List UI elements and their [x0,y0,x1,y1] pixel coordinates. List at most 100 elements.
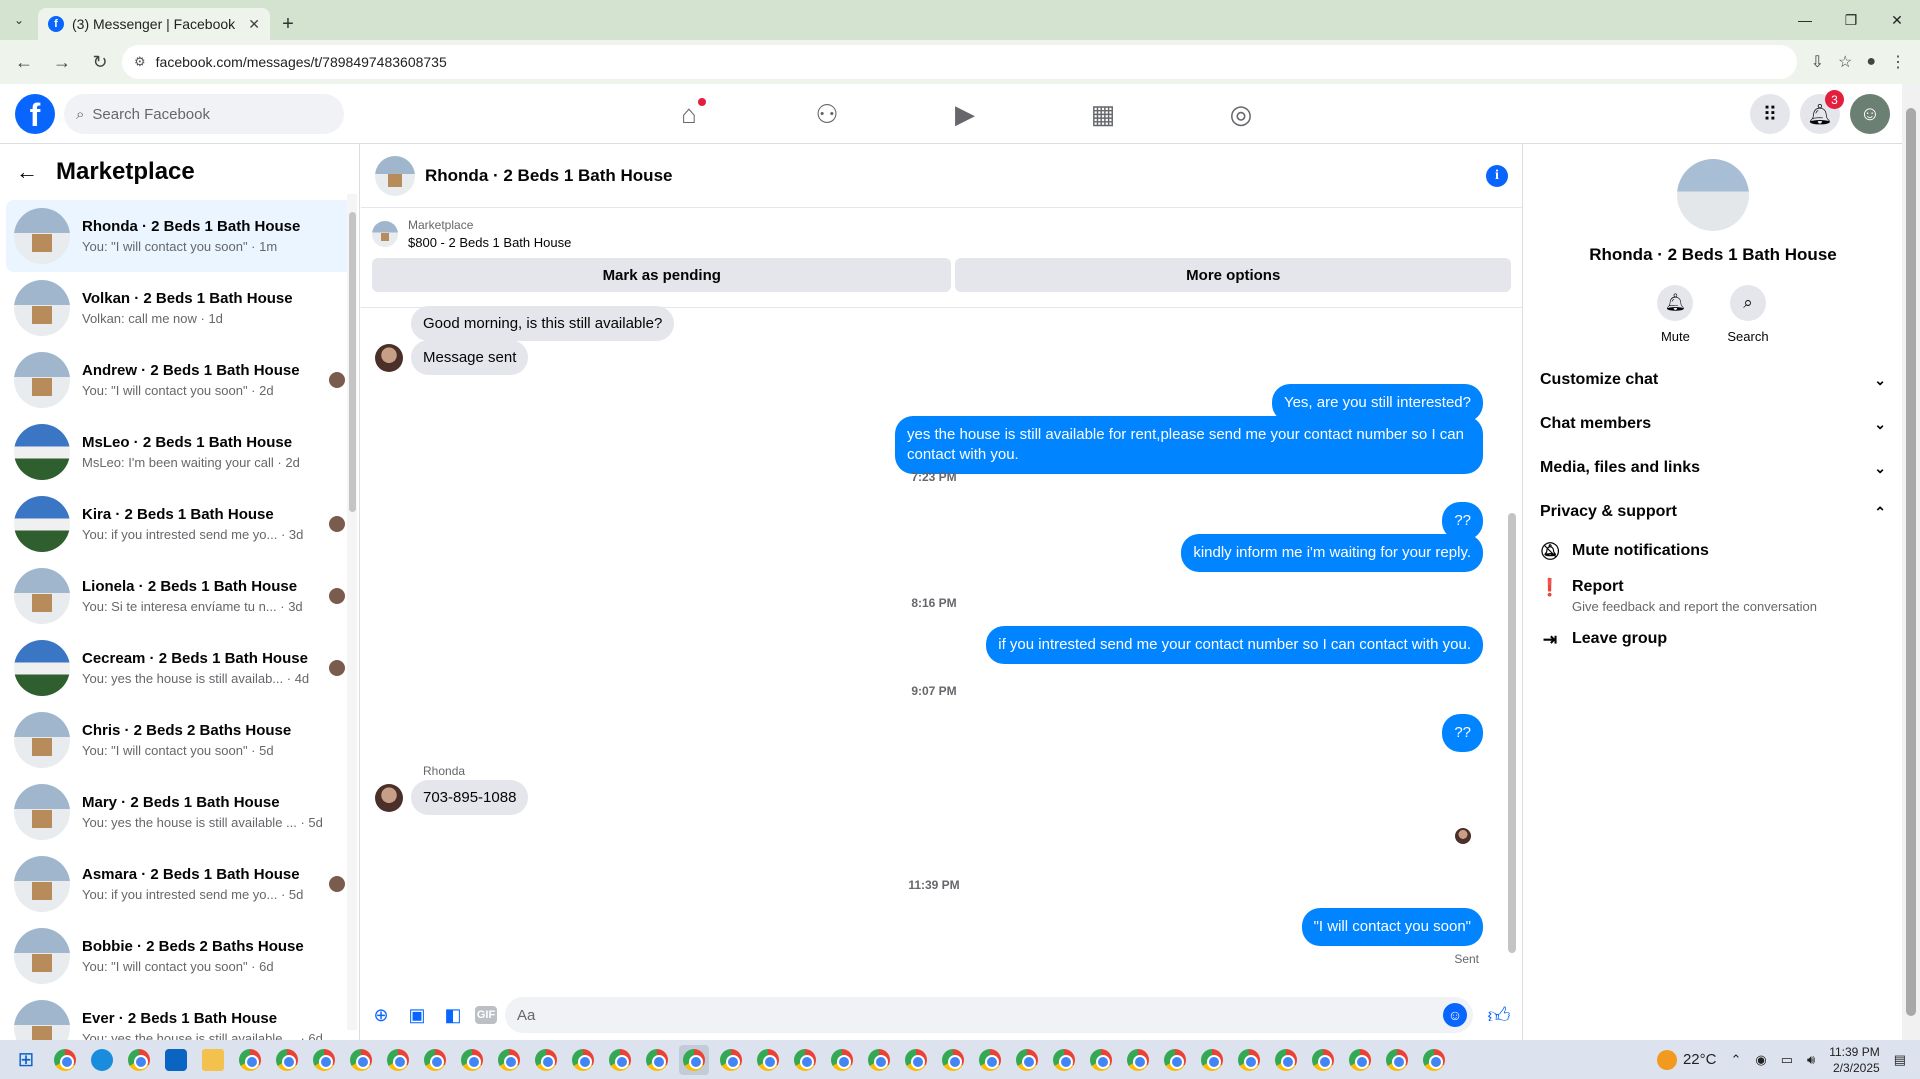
message-bubble[interactable]: 703-895-1088 [411,780,529,815]
address-bar[interactable]: ⚙ facebook.com/messages/t/78984974836087… [122,45,1797,79]
minimize-icon[interactable]: — [1782,0,1828,40]
chrome-app-icon[interactable] [346,1045,376,1075]
bell-icon[interactable]: 🔔︎ [1657,285,1694,321]
conversation-item[interactable]: Bobbie · 2 Beds 2 Baths House You: "I wi… [6,920,353,992]
notifications-center-icon[interactable]: ▤ [1894,1052,1906,1068]
message-bubble[interactable]: Message sent [411,340,529,375]
outlook-app-icon[interactable] [161,1045,191,1075]
mute-action[interactable]: 🔔︎ Mute [1657,285,1694,344]
thumbs-up-icon[interactable]: 👍︎ [1481,1002,1517,1029]
message-bubble[interactable]: "I will contact you soon" [1301,908,1483,946]
details-listing-photo[interactable] [1677,159,1749,231]
edge-app-icon[interactable] [87,1045,117,1075]
chrome-app-icon[interactable] [901,1045,931,1075]
chrome-app-icon[interactable] [568,1045,598,1075]
chrome-app-icon[interactable] [1086,1045,1116,1075]
message-bubble[interactable]: ?? [1442,714,1483,752]
chat-title[interactable]: Rhonda · 2 Beds 1 Bath House [425,166,1476,186]
chrome-app-icon[interactable] [272,1045,302,1075]
chat-scrollbar[interactable] [1506,308,1516,988]
gaming-icon[interactable]: ◎ [1172,84,1310,144]
close-window-icon[interactable]: ✕ [1874,0,1920,40]
mark-as-pending-button[interactable]: Mark as pending [372,258,952,292]
chat-scrollbar-thumb[interactable] [1508,513,1516,953]
chrome-app-icon[interactable] [1160,1045,1190,1075]
reload-icon[interactable]: ↻ [84,46,116,78]
chrome-app-icon[interactable] [383,1045,413,1075]
chrome-app-icon[interactable] [457,1045,487,1075]
conversation-item[interactable]: Rhonda · 2 Beds 1 Bath House You: "I wil… [6,200,353,272]
page-scrollbar[interactable] [1902,84,1920,1040]
file-explorer-icon[interactable] [198,1045,228,1075]
message-input[interactable]: Aa ☺ [505,997,1473,1033]
search-icon[interactable]: ⌕ [1729,285,1766,321]
chat-listing-thumbnail[interactable] [375,155,415,196]
chrome-app-icon[interactable] [864,1045,894,1075]
conversation-item[interactable]: Ever · 2 Beds 1 Bath House You: yes the … [6,992,353,1040]
conversation-item[interactable]: MsLeo · 2 Beds 1 Bath House MsLeo: I'm b… [6,416,353,488]
chrome-app-icon[interactable] [1345,1045,1375,1075]
forward-icon[interactable]: → [46,46,78,78]
home-icon[interactable]: ⌂ [620,84,758,144]
plus-circle-icon[interactable]: ⊕ [367,1001,395,1029]
taskbar-clock[interactable]: 11:39 PM 2/3/2025 [1829,1044,1879,1076]
conversation-info-icon[interactable]: i [1486,164,1508,187]
volume-icon[interactable]: 🔊︎ [1807,1052,1815,1068]
restore-icon[interactable]: ❐ [1828,0,1874,40]
back-arrow-icon[interactable]: ← [16,159,38,185]
mute-notifications-item[interactable]: 🔕︎ Mute notifications [1539,534,1886,570]
chevron-up-icon[interactable]: ⌃ [1730,1052,1741,1068]
conversation-item[interactable]: Volkan · 2 Beds 1 Bath House Volkan: cal… [6,272,353,344]
windows-start-icon[interactable]: ⊞ [6,1040,46,1079]
chrome-app-icon[interactable] [642,1045,672,1075]
chrome-app-icon[interactable] [1382,1045,1412,1075]
facebook-search-input[interactable]: ⌕ Search Facebook [64,94,344,134]
chrome-app-icon[interactable] [1049,1045,1079,1075]
chrome-app-icon-active[interactable] [679,1044,709,1075]
chrome-app-icon[interactable] [309,1045,339,1075]
chrome-app-icon[interactable] [1012,1045,1042,1075]
leave-group-item[interactable]: ⇥ Leave group [1540,622,1886,658]
chrome-app-icon[interactable] [716,1045,746,1075]
browser-menu-icon[interactable]: ⋮ [1890,52,1906,72]
install-app-icon[interactable]: ⇩ [1811,52,1824,72]
chat-members-section[interactable]: Chat members ⌄ [1540,402,1886,446]
bookmark-star-icon[interactable]: ☆ [1838,52,1852,72]
facebook-logo-icon[interactable]: f [15,94,55,134]
video-icon[interactable]: ▶ [896,84,1034,144]
conversation-item[interactable]: Kira · 2 Beds 1 Bath House You: if you i… [6,488,353,560]
chrome-app-icon[interactable] [1197,1045,1227,1075]
chrome-app-icon[interactable] [938,1045,968,1075]
profile-icon[interactable]: ● [1866,53,1876,71]
listing-summary[interactable]: Marketplace $800 - 2 Beds 1 Bath House [372,216,1511,252]
new-tab-button[interactable]: + [270,8,306,40]
chrome-app-icon[interactable] [827,1045,857,1075]
conversation-item[interactable]: Lionela · 2 Beds 1 Bath House You: Si te… [6,560,353,632]
site-info-icon[interactable]: ⚙ [134,54,146,70]
search-action[interactable]: ⌕ Search [1727,285,1769,344]
chrome-app-icon[interactable] [1419,1045,1449,1075]
message-bubble[interactable]: kindly inform me i'm waiting for your re… [1181,534,1483,572]
more-options-button[interactable]: More options [955,258,1511,292]
menu-grid-icon[interactable]: ⠿ [1750,94,1790,134]
copilot-app-icon[interactable] [50,1045,80,1075]
gif-icon[interactable]: GIF [475,1006,497,1024]
media-files-links-section[interactable]: Media, files and links ⌄ [1540,446,1886,490]
conversation-item[interactable]: Chris · 2 Beds 2 Baths House You: "I wil… [6,704,353,776]
chrome-app-icon[interactable] [531,1045,561,1075]
message-bubble[interactable]: Good morning, is this still available? [411,306,675,341]
chrome-app-icon[interactable] [1234,1045,1264,1075]
chrome-app-icon[interactable] [790,1045,820,1075]
tab-search-chevron-icon[interactable]: ⌄ [0,0,38,40]
chrome-app-icon[interactable] [420,1045,450,1075]
back-icon[interactable]: ← [8,46,40,78]
weather-widget[interactable]: 22°C [1656,1049,1716,1070]
app-icon[interactable] [235,1045,265,1075]
sidebar-scrollbar[interactable] [347,194,357,1030]
close-tab-icon[interactable]: ✕ [248,16,260,33]
chrome-app-icon[interactable] [494,1045,524,1075]
chrome-app-icon[interactable] [1123,1045,1153,1075]
marketplace-icon[interactable]: ▦ [1034,84,1172,144]
camera-icon[interactable]: ◉ [1755,1052,1766,1068]
conversation-item[interactable]: Andrew · 2 Beds 1 Bath House You: "I wil… [6,344,353,416]
